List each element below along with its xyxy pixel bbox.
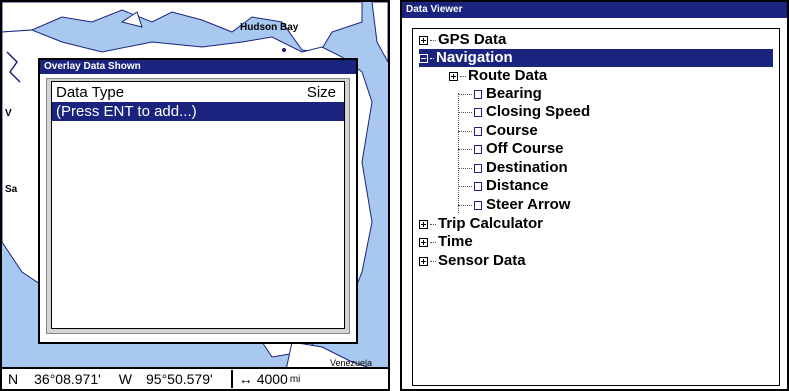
overlay-dialog-title: Overlay Data Shown (40, 60, 356, 74)
tree-item-destination[interactable]: Destination (458, 159, 568, 177)
tree-item-sensor-data[interactable]: Sensor Data (419, 252, 526, 270)
tree-item-distance[interactable]: Distance (458, 177, 549, 195)
tree-item-route-data[interactable]: Route Data (449, 67, 547, 85)
tree-item-navigation[interactable]: Navigation (419, 49, 773, 67)
tree-item-course[interactable]: Course (458, 122, 538, 140)
checkbox[interactable] (474, 163, 482, 173)
position-status-bar: N 36°08.971' W 95°50.579' ↔ 4000 mi (2, 367, 388, 389)
checkbox[interactable] (474, 200, 482, 210)
tree-item-off-course[interactable]: Off Course (458, 140, 564, 158)
overlay-data-dialog: Overlay Data Shown Data Type Size (Press… (38, 58, 358, 344)
overlay-dialog-body: Data Type Size (Press ENT to add...) (46, 78, 350, 334)
collapse-icon[interactable] (419, 53, 428, 63)
checkbox[interactable] (474, 107, 482, 117)
tree-item-gps-data[interactable]: GPS Data (419, 31, 769, 49)
longitude-value: 95°50.579' (146, 371, 213, 387)
overlay-data-list: Data Type Size (Press ENT to add...) (51, 81, 345, 329)
data-viewer-screen: Data Viewer GPS Data Navigation Route Da… (400, 0, 789, 391)
column-header-data-type: Data Type (56, 84, 125, 101)
overlay-list-header: Data Type Size (52, 82, 344, 102)
tree-item-steer-arrow[interactable]: Steer Arrow (458, 196, 570, 214)
checkbox[interactable] (474, 89, 482, 99)
latitude-value: 36°08.971' (34, 371, 101, 387)
map-label-hudson-bay: Hudson Bay (240, 22, 299, 33)
status-divider (230, 370, 233, 388)
expand-icon[interactable] (449, 71, 458, 81)
expand-icon[interactable] (419, 35, 428, 45)
latitude-hemisphere: N (8, 371, 19, 387)
expand-icon[interactable] (419, 256, 428, 266)
tree-item-trip-calculator[interactable]: Trip Calculator (419, 215, 543, 233)
checkbox[interactable] (474, 144, 482, 154)
range-unit: mi (289, 373, 301, 385)
overlay-list-item-add[interactable]: (Press ENT to add...) (52, 102, 344, 121)
map-label-partial-v: V (5, 108, 12, 119)
checkbox[interactable] (474, 181, 482, 191)
map-screen: Hudson Bay V Sa Venezuela Overlay Data S… (0, 0, 390, 391)
longitude-hemisphere: W (118, 371, 133, 387)
data-viewer-tree: GPS Data Navigation Route Data Bearing C… (412, 28, 780, 386)
checkbox[interactable] (474, 126, 482, 136)
expand-icon[interactable] (419, 219, 428, 229)
range-value: 4000 (256, 371, 288, 387)
data-viewer-title: Data Viewer (402, 2, 787, 18)
range-arrows-icon: ↔ (238, 371, 253, 387)
map-label-partial-sa: Sa (5, 184, 18, 195)
column-header-size: Size (306, 84, 336, 101)
tree-item-bearing[interactable]: Bearing (458, 85, 542, 103)
tree-item-time[interactable]: Time (419, 233, 473, 251)
tree-item-closing-speed[interactable]: Closing Speed (458, 103, 590, 121)
expand-icon[interactable] (419, 237, 428, 247)
